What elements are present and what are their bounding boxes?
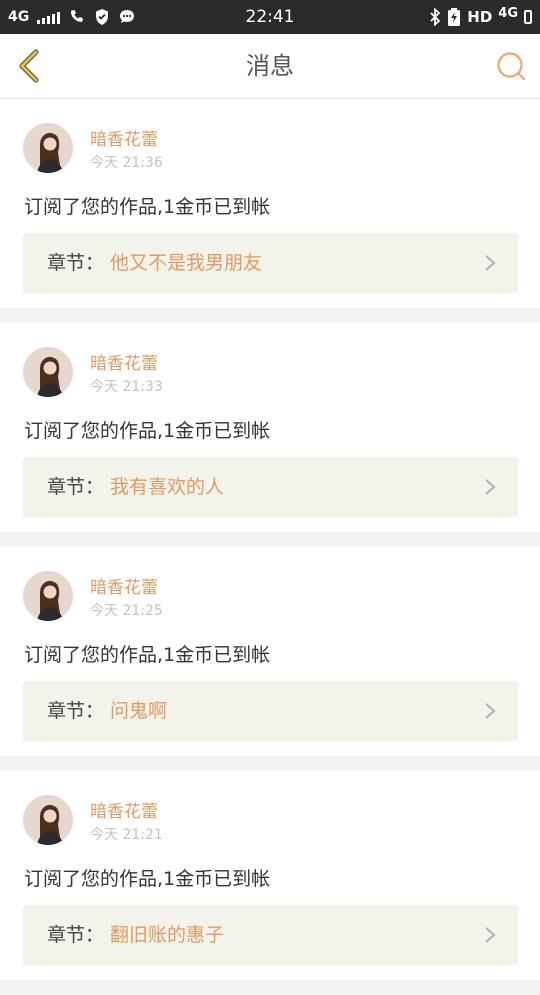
- author-name[interactable]: 暗香花蕾: [90, 797, 158, 822]
- avatar[interactable]: [23, 571, 73, 621]
- battery-icon: [524, 10, 532, 24]
- message-card: 暗香花蕾 今天 21:21 订阅了您的作品,1金币已到帐 章节： 翻旧账的惠子: [0, 771, 540, 980]
- hd-label: HD: [467, 8, 493, 26]
- message-card: 暗香花蕾 今天 21:33 订阅了您的作品,1金币已到帐 章节： 我有喜欢的人: [0, 323, 540, 532]
- message-text: 订阅了您的作品,1金币已到帐: [24, 868, 271, 890]
- chevron-right-icon: [485, 703, 496, 719]
- bluetooth-icon: [430, 8, 441, 26]
- chapter-title: 翻旧账的惠子: [110, 924, 225, 946]
- message-card: 暗香花蕾 今天 21:36 订阅了您的作品,1金币已到帐 章节： 他又不是我男朋…: [0, 99, 540, 308]
- author-name[interactable]: 暗香花蕾: [90, 573, 158, 598]
- status-right: HD 4G: [429, 0, 532, 34]
- chapter-link[interactable]: 章节： 我有喜欢的人: [23, 457, 518, 517]
- avatar[interactable]: [23, 123, 73, 173]
- chevron-right-icon: [485, 927, 496, 943]
- chapter-label: 章节：: [47, 700, 105, 722]
- message-time: 今天 21:25: [90, 603, 163, 619]
- network-type-right: 4G: [498, 5, 518, 21]
- message-list: 暗香花蕾 今天 21:36 订阅了您的作品,1金币已到帐 章节： 他又不是我男朋…: [0, 99, 540, 995]
- chevron-right-icon: [485, 255, 496, 271]
- message-time: 今天 21:33: [90, 379, 163, 395]
- nav-bar: 消息: [0, 34, 540, 99]
- chapter-link[interactable]: 章节： 问鬼啊: [23, 681, 518, 741]
- message-time: 今天 21:21: [90, 827, 163, 843]
- chapter-label: 章节：: [47, 924, 105, 946]
- message-text: 订阅了您的作品,1金币已到帐: [24, 644, 271, 666]
- chapter-link[interactable]: 章节： 他又不是我男朋友: [23, 233, 518, 293]
- message-text: 订阅了您的作品,1金币已到帐: [24, 196, 271, 218]
- chapter-label: 章节：: [47, 252, 105, 274]
- chevron-right-icon: [485, 479, 496, 495]
- status-bar: 4G 22:41 HD 4G: [0, 0, 540, 34]
- avatar[interactable]: [23, 347, 73, 397]
- chapter-title: 问鬼啊: [110, 700, 168, 722]
- chapter-link[interactable]: 章节： 翻旧账的惠子: [23, 905, 518, 965]
- chapter-label: 章节：: [47, 476, 105, 498]
- message-text: 订阅了您的作品,1金币已到帐: [24, 420, 271, 442]
- page-title: 消息: [246, 52, 294, 80]
- message-time: 今天 21:36: [90, 155, 163, 171]
- battery-charging-icon: [448, 8, 461, 26]
- search-icon[interactable]: [496, 51, 526, 81]
- chapter-title: 我有喜欢的人: [110, 476, 225, 498]
- author-name[interactable]: 暗香花蕾: [90, 349, 158, 374]
- avatar[interactable]: [23, 795, 73, 845]
- message-card: 暗香花蕾 今天 21:25 订阅了您的作品,1金币已到帐 章节： 问鬼啊: [0, 547, 540, 756]
- chapter-title: 他又不是我男朋友: [110, 252, 263, 274]
- author-name[interactable]: 暗香花蕾: [90, 125, 158, 150]
